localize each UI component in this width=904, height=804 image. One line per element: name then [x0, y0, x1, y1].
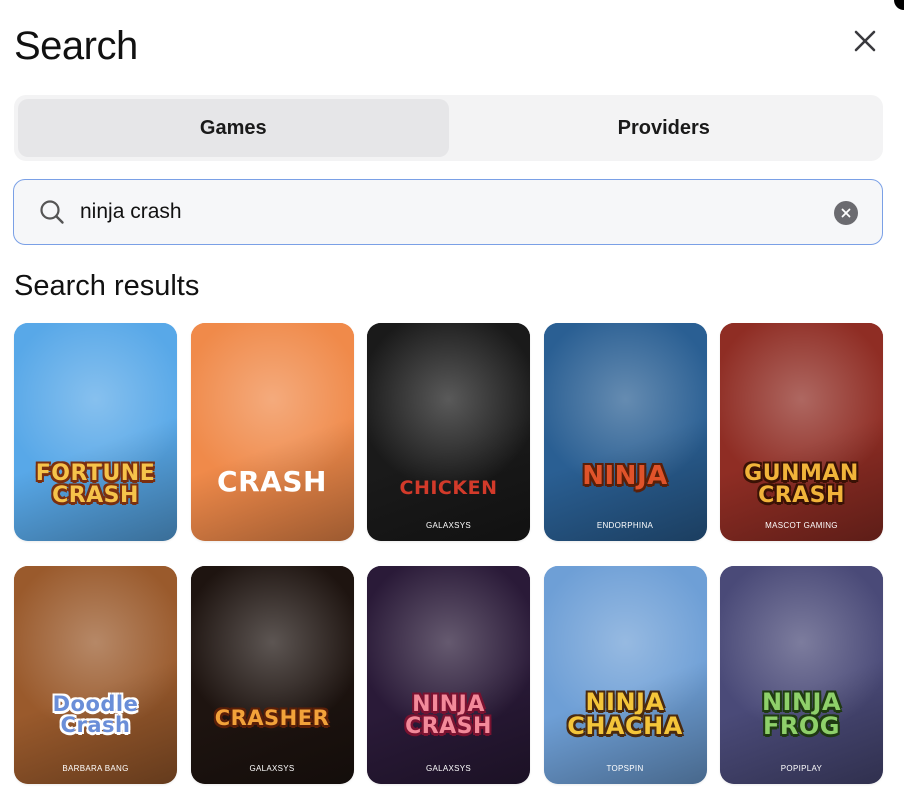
game-card[interactable]: CRASH [190, 323, 354, 541]
game-card[interactable]: NINJA CRASH GALAXSYS [367, 566, 530, 784]
clear-search-button[interactable] [834, 201, 858, 225]
game-provider: BARBARA BANG [62, 764, 129, 773]
game-card[interactable]: NINJA CHACHA TOPSPIN [543, 566, 707, 784]
game-provider: TOPSPIN [606, 764, 644, 773]
game-provider: POPIPLAY [780, 764, 823, 773]
search-tabs: Games Providers [14, 95, 883, 161]
game-card[interactable]: CHICKEN GALAXSYS [367, 323, 530, 541]
search-results-title: Search results [14, 270, 200, 302]
game-thumbnail [14, 566, 177, 784]
game-provider: MASCOT GAMING [765, 521, 838, 530]
game-thumbnail [543, 323, 707, 541]
game-provider: ENDORPHINA [596, 521, 654, 530]
search-box [13, 179, 883, 245]
game-title: NINJA CHACHA [567, 688, 683, 740]
window-corner [894, 0, 904, 10]
game-title: CRASH [217, 465, 327, 498]
game-title: GUNMAN CRASH [744, 461, 859, 508]
game-card[interactable]: Doodle Crash BARBARA BANG [14, 566, 177, 784]
clear-icon [841, 208, 851, 218]
close-icon [854, 30, 876, 52]
game-card[interactable]: FORTUNE CRASH [14, 323, 177, 541]
game-thumbnail [190, 323, 354, 541]
tab-games[interactable]: Games [18, 99, 449, 157]
results-grid: FORTUNE CRASH CRASH CHICKEN GALAXSYS NIN… [14, 323, 884, 784]
game-title: FORTUNE CRASH [35, 461, 156, 508]
search-input[interactable] [80, 200, 780, 224]
game-provider: GALAXSYS [425, 764, 472, 773]
game-title: NINJA FROG [761, 688, 842, 740]
game-thumbnail [367, 566, 530, 784]
tab-providers[interactable]: Providers [449, 99, 880, 157]
game-provider: GALAXSYS [249, 764, 295, 773]
page-title: Search [14, 24, 138, 68]
game-card[interactable]: NINJA ENDORPHINA [543, 323, 707, 541]
game-thumbnail [720, 323, 883, 541]
close-button[interactable] [850, 26, 880, 56]
game-title: Doodle Crash [52, 692, 139, 737]
game-provider: GALAXSYS [425, 521, 472, 530]
game-card[interactable]: CRASHER GALAXSYS [190, 566, 354, 784]
game-thumbnail [190, 566, 354, 784]
game-card[interactable]: NINJA FROG POPIPLAY [720, 566, 883, 784]
game-title: NINJA CRASH [405, 692, 492, 739]
game-thumbnail [367, 323, 530, 541]
game-thumbnail [14, 323, 177, 541]
game-title: NINJA [582, 461, 668, 491]
game-title: CHICKEN [399, 477, 498, 499]
game-thumbnail [720, 566, 883, 784]
game-title: CRASHER [214, 706, 330, 730]
game-card[interactable]: GUNMAN CRASH MASCOT GAMING [720, 323, 883, 541]
search-icon [40, 200, 64, 224]
game-thumbnail [543, 566, 707, 784]
